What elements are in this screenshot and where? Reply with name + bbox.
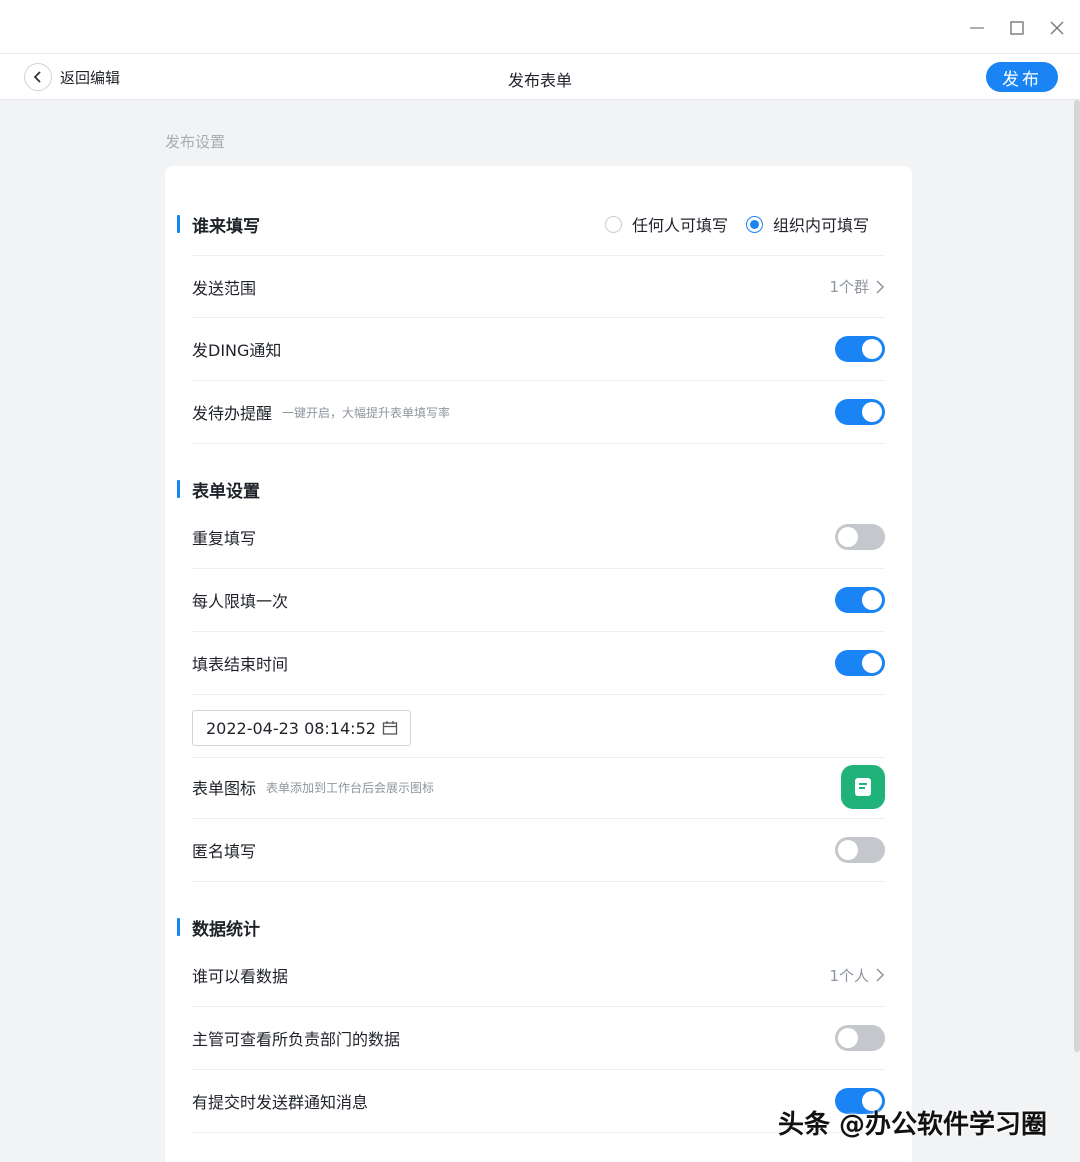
form-icon-picker[interactable] <box>841 765 885 809</box>
settings-card: 谁来填写 任何人可填写 组织内可填写 发送范围 1个群 发DING通知 发待办提… <box>165 166 912 1162</box>
manager-view-toggle[interactable] <box>835 1025 885 1051</box>
anonymous-toggle[interactable] <box>835 837 885 863</box>
row-todo-reminder: 发待办提醒 一键开启，大幅提升表单填写率 <box>192 381 885 444</box>
row-form-icon: 表单图标 表单添加到工作台后会展示图标 <box>192 756 885 819</box>
maximize-icon[interactable] <box>1002 14 1032 42</box>
date-value: 2022-04-23 08:14:52 <box>206 718 376 738</box>
scope-value: 1个群 <box>829 278 869 296</box>
section-caption: 发布设置 <box>165 133 226 151</box>
radio-org-only[interactable]: 组织内可填写 <box>745 212 869 236</box>
ding-notify-toggle[interactable] <box>835 336 885 362</box>
radio-label: 组织内可填写 <box>772 216 869 235</box>
page-title: 发布表单 <box>507 71 572 90</box>
chevron-right-icon <box>875 279 885 294</box>
calendar-icon[interactable] <box>382 720 398 740</box>
row-ding-notify: 发DING通知 <box>192 318 885 381</box>
group-accent-bar <box>177 480 180 498</box>
row-label: 有提交时发送群通知消息 <box>192 1093 369 1112</box>
row-hint: 一键开启，大幅提升表单填写率 <box>282 405 451 420</box>
group-title-stats: 数据统计 <box>177 915 260 940</box>
group-title-text: 数据统计 <box>192 919 260 940</box>
radio-anyone[interactable]: 任何人可填写 <box>604 212 728 236</box>
row-data-viewers[interactable]: 谁可以看数据 1个人 <box>192 944 885 1007</box>
group-title-who-fills: 谁来填写 <box>177 212 260 237</box>
row-anonymous: 匿名填写 <box>192 819 885 882</box>
row-label: 发待办提醒 <box>192 404 273 423</box>
radio-circle-checked[interactable] <box>745 215 763 233</box>
minimize-icon[interactable] <box>962 14 992 42</box>
document-icon <box>855 778 871 796</box>
row-label: 发DING通知 <box>192 341 282 360</box>
row-label: 表单图标 <box>192 779 257 798</box>
row-end-time: 填表结束时间 <box>192 632 885 695</box>
radio-label: 任何人可填写 <box>631 216 728 235</box>
viewers-value: 1个人 <box>829 966 869 985</box>
todo-reminder-toggle[interactable] <box>835 399 885 425</box>
close-icon[interactable] <box>1042 14 1072 42</box>
row-once-per-person: 每人限填一次 <box>192 569 885 632</box>
row-label: 重复填写 <box>192 529 257 548</box>
end-time-date-input[interactable]: 2022-04-23 08:14:52 <box>192 710 411 746</box>
group-title-text: 谁来填写 <box>192 216 260 237</box>
row-manager-view: 主管可查看所负责部门的数据 <box>192 1007 885 1070</box>
group-accent-bar <box>177 918 180 936</box>
once-per-person-toggle[interactable] <box>835 587 885 613</box>
row-label: 发送范围 <box>192 278 257 298</box>
row-hint: 表单添加到工作台后会展示图标 <box>266 780 435 795</box>
group-accent-bar <box>177 215 180 233</box>
end-time-toggle[interactable] <box>835 650 885 676</box>
page-header: 返回编辑 发布表单 发布 <box>0 54 1080 100</box>
row-label: 填表结束时间 <box>192 655 289 674</box>
watermark: 头条 @办公软件学习圈 <box>778 1110 1048 1140</box>
row-label: 每人限填一次 <box>192 592 289 611</box>
repeat-fill-toggle[interactable] <box>835 524 885 550</box>
fill-scope-radio-group: 任何人可填写 组织内可填写 <box>587 212 869 236</box>
row-send-scope[interactable]: 发送范围 1个群 <box>192 255 885 318</box>
row-label: 主管可查看所负责部门的数据 <box>192 1030 401 1049</box>
publish-button[interactable]: 发布 <box>986 62 1058 92</box>
chevron-right-icon <box>875 968 885 982</box>
row-label: 谁可以看数据 <box>192 967 289 986</box>
group-title-text: 表单设置 <box>192 481 260 502</box>
row-repeat-fill: 重复填写 <box>192 506 885 569</box>
window-title-bar <box>0 0 1080 54</box>
group-title-form-settings: 表单设置 <box>177 477 260 502</box>
radio-circle[interactable] <box>604 215 622 233</box>
scrollbar[interactable] <box>1074 100 1080 1052</box>
row-label: 匿名填写 <box>192 842 257 861</box>
